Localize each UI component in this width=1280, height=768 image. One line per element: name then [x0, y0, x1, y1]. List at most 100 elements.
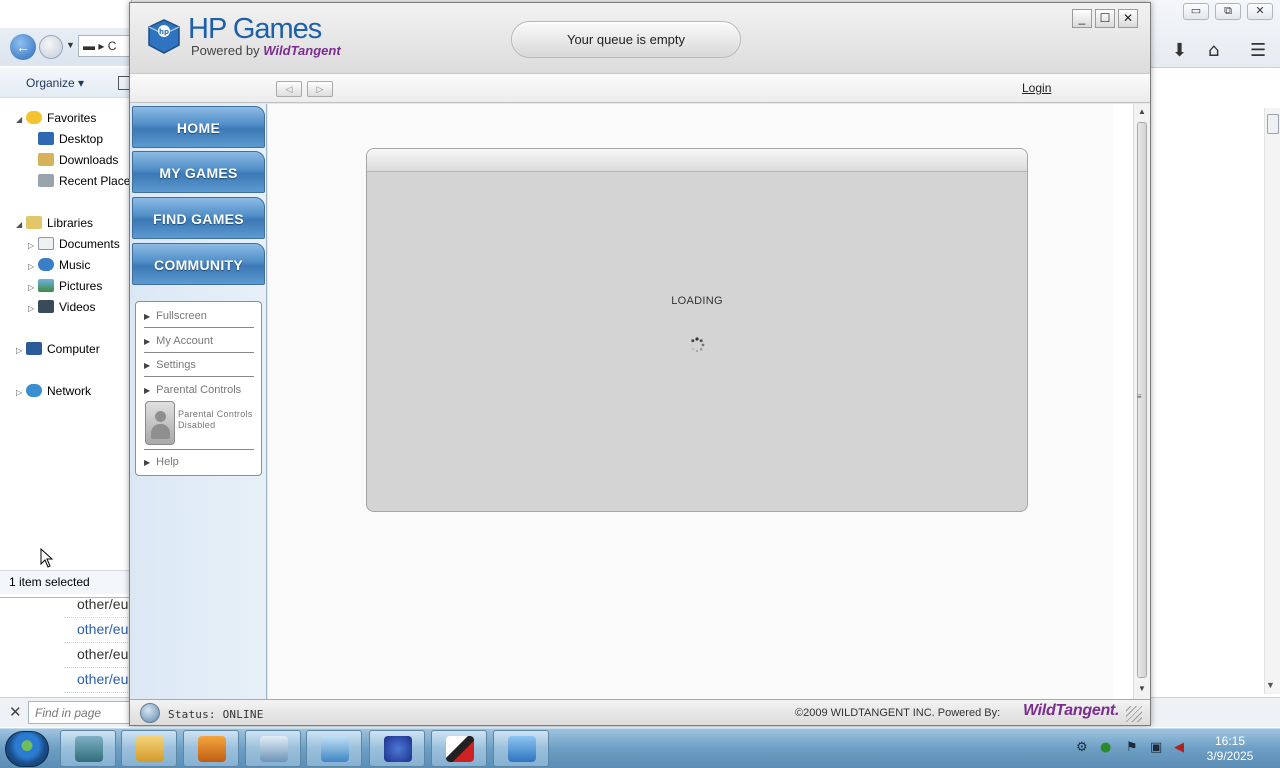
home-icon[interactable]: ⌂ [1208, 40, 1219, 61]
network-icon [26, 384, 42, 397]
tree-label: Documents [59, 237, 120, 251]
scrollbar-thumb[interactable] [1267, 114, 1279, 134]
security-tray-icon[interactable]: ● [1100, 740, 1111, 755]
find-games-button[interactable]: FIND GAMES [132, 197, 265, 239]
tree-label: Videos [59, 300, 96, 314]
collapsed-icon[interactable]: ▷ [28, 236, 38, 256]
back-button[interactable]: ← [10, 34, 36, 60]
tree-item-documents[interactable]: ▷ Documents [28, 234, 120, 254]
tree-item-videos[interactable]: ▷ Videos [28, 297, 95, 317]
hp-minimize-button[interactable]: _ [1072, 9, 1092, 28]
browser-minimize-button[interactable]: ▭ [1183, 3, 1209, 20]
tree-label: Favorites [47, 111, 97, 125]
login-link[interactable]: Login [1022, 81, 1051, 95]
tree-label: Computer [47, 342, 100, 356]
forward-arrow-button[interactable]: ▷ [307, 81, 333, 97]
collapsed-icon[interactable]: ▷ [28, 257, 38, 277]
forward-button[interactable] [39, 35, 63, 59]
download-icon[interactable]: ⬇ [1172, 40, 1187, 61]
start-button[interactable] [5, 731, 49, 767]
help-link[interactable]: ▶ Help [144, 450, 254, 474]
content-scrollbar[interactable]: ▲ ≡ ▼ [1133, 104, 1150, 699]
expanded-icon[interactable]: ◢ [16, 215, 26, 235]
bullet-arrow-icon: ▶ [144, 312, 151, 321]
my-account-link[interactable]: ▶ My Account [144, 329, 254, 353]
browser-scrollbar[interactable] [1264, 108, 1280, 694]
hp-titlebar: hp HP Games Powered by WildTangent Your … [130, 3, 1150, 73]
tree-item-recent-places[interactable]: Recent Places [38, 171, 136, 191]
tree-item-music[interactable]: ▷ Music [28, 255, 90, 275]
media-player-icon [198, 736, 226, 762]
tree-item-pictures[interactable]: ▷ Pictures [28, 276, 102, 296]
menu-label: My Account [156, 335, 214, 347]
display-tray-icon[interactable]: ▣ [1150, 740, 1162, 755]
collapsed-icon[interactable]: ▷ [16, 383, 26, 403]
network-tray-icon[interactable]: ⚙ [1076, 740, 1088, 755]
browser-close-button[interactable]: ✕ [1247, 3, 1273, 20]
community-button[interactable]: COMMUNITY [132, 243, 265, 285]
taskbar-media-player[interactable] [183, 730, 239, 767]
scroll-grip-icon: ≡ [1137, 392, 1142, 401]
app-dragon-icon [75, 736, 103, 762]
parental-controls-link[interactable]: ▶ Parental Controls [144, 378, 254, 402]
hp-maximize-button[interactable]: ☐ [1095, 9, 1115, 28]
menu-icon[interactable]: ☰ [1250, 40, 1266, 61]
find-input[interactable]: Find in page [28, 701, 132, 724]
mouse-cursor-icon [40, 548, 54, 568]
folder-icon [136, 736, 164, 762]
queue-status[interactable]: Your queue is empty [511, 21, 741, 58]
hp-games-title: HP Games [188, 13, 322, 45]
taskbar-app-4[interactable] [245, 730, 301, 767]
tree-item-network[interactable]: ▷ Network [16, 381, 91, 401]
scroll-down-icon[interactable]: ▼ [1138, 684, 1146, 693]
home-button[interactable]: HOME [132, 106, 265, 148]
link-item[interactable]: other/eu [64, 668, 134, 693]
organize-button[interactable]: Organize ▾ [26, 76, 84, 90]
link-item[interactable]: other/eu [64, 618, 134, 643]
taskbar-app-7[interactable] [431, 730, 487, 767]
action-center-flag-icon[interactable]: ⚑ [1126, 740, 1138, 755]
clock-date: 3/9/2025 [1206, 749, 1254, 763]
volume-muted-icon[interactable]: ◀ [1174, 740, 1184, 755]
explorer-toolbar: Organize ▾ [0, 68, 132, 98]
resize-grip-icon[interactable] [1126, 706, 1142, 722]
tree-item-libraries[interactable]: ◢ Libraries [16, 213, 93, 233]
wildtangent-logo-text: WildTangent [263, 43, 341, 58]
menu-label: Parental Controls [156, 384, 242, 396]
tree-item-desktop[interactable]: Desktop [38, 129, 103, 149]
expanded-icon[interactable]: ◢ [16, 110, 26, 130]
taskbar-app-5[interactable] [306, 730, 362, 767]
menu-label: Help [156, 456, 179, 468]
browser-restore-button[interactable]: ⧉ [1215, 3, 1241, 20]
system-clock[interactable]: 16:15 3/9/2025 [1198, 734, 1262, 764]
collapsed-icon[interactable]: ▷ [28, 299, 38, 319]
connection-status: Status: ONLINE [168, 708, 264, 721]
hp-close-button[interactable]: ✕ [1118, 9, 1138, 28]
my-games-button[interactable]: MY GAMES [132, 151, 265, 193]
link-item[interactable]: other/eu [64, 643, 134, 668]
tree-item-computer[interactable]: ▷ Computer [16, 339, 100, 359]
scroll-down-icon[interactable]: ▼ [1266, 680, 1275, 690]
settings-link[interactable]: ▶ Settings [144, 353, 254, 377]
hp-games-icon [508, 736, 536, 762]
taskbar-explorer[interactable] [121, 730, 177, 767]
tree-item-favorites[interactable]: ◢ Favorites [16, 108, 96, 128]
libraries-icon [26, 216, 42, 229]
back-arrow-button[interactable]: ◁ [276, 81, 302, 97]
loading-text: LOADING [671, 295, 723, 307]
scroll-up-icon[interactable]: ▲ [1138, 107, 1146, 116]
taskbar-app-1[interactable] [60, 730, 116, 767]
collapsed-icon[interactable]: ▷ [16, 341, 26, 361]
close-find-icon[interactable]: ✕ [9, 703, 22, 721]
collapsed-icon[interactable]: ▷ [28, 278, 38, 298]
wildtangent-brand-logo[interactable]: WildTangent. [1023, 702, 1119, 720]
bullet-arrow-icon: ▶ [144, 361, 151, 370]
history-dropdown-icon[interactable]: ▼ [66, 40, 75, 50]
taskbar-app-6[interactable] [369, 730, 425, 767]
fullscreen-link[interactable]: ▶ Fullscreen [144, 304, 254, 328]
tree-label: Libraries [47, 216, 94, 230]
tree-item-downloads[interactable]: Downloads [38, 150, 118, 170]
tree-label: Pictures [59, 279, 103, 293]
taskbar-hp-games[interactable] [493, 730, 549, 767]
address-field[interactable]: ▬ ▸ C [78, 35, 134, 57]
